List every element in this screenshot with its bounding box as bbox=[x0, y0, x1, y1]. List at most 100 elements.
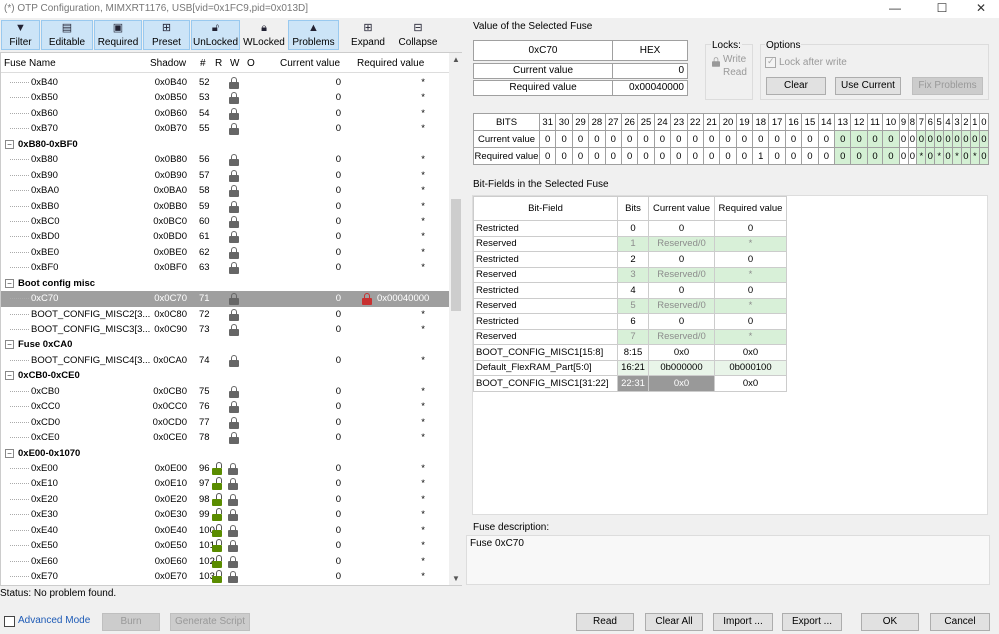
bit-required[interactable]: * bbox=[934, 147, 945, 165]
bit-required[interactable]: 0 bbox=[538, 147, 557, 165]
bitfield-required[interactable]: * bbox=[714, 297, 787, 314]
bitfield-row[interactable]: Reserved 5 Reserved/0 * bbox=[473, 297, 787, 314]
required-value-field[interactable]: 0x00040000 bbox=[612, 80, 688, 96]
fuse-row[interactable]: 0xE40 0x0E40 100 0 * bbox=[1, 523, 449, 538]
fuse-row[interactable]: 0xE10 0x0E10 97 0 * bbox=[1, 476, 449, 491]
fuse-required-value[interactable]: * bbox=[421, 201, 425, 212]
bit-required[interactable]: 0 bbox=[834, 147, 852, 165]
fuse-required-value[interactable]: * bbox=[421, 324, 425, 335]
fuse-required-value[interactable]: * bbox=[421, 463, 425, 474]
fuse-required-value[interactable]: * bbox=[421, 571, 425, 582]
collapse-toggle-icon[interactable]: − bbox=[5, 371, 14, 381]
fuse-required-value[interactable]: * bbox=[421, 525, 425, 536]
fuse-required-value[interactable]: * bbox=[421, 432, 425, 443]
bitfield-row[interactable]: BOOT_CONFIG_MISC1[31:22] 22:31 0x0 0x0 bbox=[473, 375, 787, 392]
bit-required[interactable]: 0 bbox=[882, 147, 900, 165]
collapse-button[interactable]: ⊟ Collapse bbox=[392, 20, 444, 50]
close-button[interactable]: ✕ bbox=[966, 0, 996, 18]
fuse-row[interactable]: 0xCE0 0x0CE0 78 0 * bbox=[1, 430, 449, 445]
unlocked-button[interactable]: 🔓︎ UnLocked bbox=[191, 20, 240, 50]
bit-required[interactable]: 0 bbox=[637, 147, 655, 165]
bit-required[interactable]: * bbox=[969, 147, 980, 165]
collapse-toggle-icon[interactable]: − bbox=[5, 278, 14, 288]
fuse-required-value[interactable]: * bbox=[421, 231, 425, 242]
preset-button[interactable]: ⊞ Preset bbox=[143, 20, 190, 50]
fuse-row[interactable]: 0xB60 0x0B60 54 0 * bbox=[1, 106, 449, 121]
fuse-row[interactable]: 0xE00 0x0E00 96 0 * bbox=[1, 461, 449, 476]
bitfield-row[interactable]: Reserved 1 Reserved/0 * bbox=[473, 235, 787, 252]
fuse-required-value[interactable]: * bbox=[421, 494, 425, 505]
bitfield-required[interactable]: * bbox=[714, 328, 787, 345]
required-button[interactable]: ▣ Required bbox=[94, 20, 142, 50]
bit-required[interactable]: 0 bbox=[978, 147, 990, 165]
cancel-button[interactable]: Cancel bbox=[930, 613, 990, 631]
fuse-required-value[interactable]: * bbox=[421, 154, 425, 165]
scroll-up-icon[interactable]: ▲ bbox=[452, 55, 460, 64]
bit-required[interactable]: 0 bbox=[768, 147, 786, 165]
vertical-scrollbar[interactable] bbox=[449, 53, 462, 585]
bit-required[interactable]: 0 bbox=[686, 147, 704, 165]
use-current-button[interactable]: Use Current bbox=[835, 77, 901, 95]
fuse-row[interactable]: 0xB50 0x0B50 53 0 * bbox=[1, 90, 449, 105]
fuse-row[interactable]: BOOT_CONFIG_MISC3[3... 0x0C90 73 0 * bbox=[1, 322, 449, 337]
bit-required[interactable]: 0 bbox=[960, 147, 971, 165]
clear-button[interactable]: Clear bbox=[766, 77, 826, 95]
fuse-required-value[interactable]: * bbox=[421, 216, 425, 227]
expand-button[interactable]: ⊞ Expand bbox=[346, 20, 390, 50]
tree-group-row[interactable]: −0xE00-0x1070 bbox=[1, 446, 449, 461]
bit-required[interactable]: 0 bbox=[817, 147, 836, 165]
bitfield-required[interactable]: 0x0 bbox=[714, 344, 787, 361]
read-button[interactable]: Read bbox=[576, 613, 634, 631]
bitfield-required[interactable]: * bbox=[714, 235, 787, 252]
minimize-button[interactable]: — bbox=[880, 0, 910, 18]
tree-group-row[interactable]: −0xB80-0xBF0 bbox=[1, 137, 449, 152]
bitfield-required[interactable]: 0x0 bbox=[714, 375, 787, 392]
collapse-toggle-icon[interactable]: − bbox=[5, 139, 14, 149]
fuse-required-value[interactable]: * bbox=[421, 401, 425, 412]
bitfield-required[interactable]: 0 bbox=[714, 313, 787, 330]
fuse-row[interactable]: 0xBD0 0x0BD0 61 0 * bbox=[1, 229, 449, 244]
fuse-row[interactable]: 0xB70 0x0B70 55 0 * bbox=[1, 121, 449, 136]
advanced-mode-checkbox[interactable] bbox=[4, 616, 15, 627]
col-o[interactable]: O bbox=[247, 58, 255, 69]
bit-required[interactable]: 0 bbox=[670, 147, 688, 165]
fuse-table[interactable]: Fuse Name Shadow # R W O Current value R… bbox=[0, 52, 462, 586]
bit-required[interactable]: 0 bbox=[907, 147, 918, 165]
bit-required[interactable]: 0 bbox=[604, 147, 622, 165]
ok-button[interactable]: OK bbox=[861, 613, 919, 631]
wlocked-button[interactable]: 🔒︎ WLocked bbox=[241, 20, 287, 50]
scrollbar-thumb[interactable] bbox=[451, 199, 461, 311]
fuse-required-value[interactable]: * bbox=[421, 77, 425, 88]
bit-required[interactable]: 0 bbox=[719, 147, 737, 165]
export-button[interactable]: Export ... bbox=[782, 613, 842, 631]
fuse-required-value[interactable]: * bbox=[421, 309, 425, 320]
fuse-row[interactable]: 0xCD0 0x0CD0 77 0 * bbox=[1, 415, 449, 430]
bit-required[interactable]: 0 bbox=[735, 147, 754, 165]
col-num[interactable]: # bbox=[200, 58, 206, 69]
bitfield-required[interactable]: 0 bbox=[714, 220, 787, 237]
bitfield-row[interactable]: Restricted 6 0 0 bbox=[473, 313, 787, 330]
bit-required[interactable]: 0 bbox=[571, 147, 590, 165]
fuse-required-value[interactable]: * bbox=[421, 556, 425, 567]
fuse-required-value[interactable]: * bbox=[421, 92, 425, 103]
fuse-row[interactable]: BOOT_CONFIG_MISC2[3... 0x0C80 72 0 * bbox=[1, 307, 449, 322]
col-r[interactable]: R bbox=[215, 58, 222, 69]
fuse-row[interactable]: 0xBB0 0x0BB0 59 0 * bbox=[1, 199, 449, 214]
fuse-required-value[interactable]: * bbox=[421, 108, 425, 119]
fuse-row[interactable]: 0xE30 0x0E30 99 0 * bbox=[1, 507, 449, 522]
bit-required[interactable]: 0 bbox=[943, 147, 954, 165]
bitfield-required[interactable]: * bbox=[714, 266, 787, 283]
col-current-value[interactable]: Current value bbox=[280, 58, 340, 69]
bit-required[interactable]: * bbox=[916, 147, 927, 165]
bitfield-row[interactable]: Restricted 4 0 0 bbox=[473, 282, 787, 299]
fuse-required-value[interactable]: * bbox=[421, 123, 425, 134]
fuse-required-value[interactable]: * bbox=[421, 170, 425, 181]
fuse-row[interactable]: 0xE60 0x0E60 102 0 * bbox=[1, 554, 449, 569]
bitfield-row[interactable]: Restricted 2 0 0 bbox=[473, 251, 787, 268]
bitfield-row[interactable]: Reserved 7 Reserved/0 * bbox=[473, 328, 787, 345]
advanced-mode-label[interactable]: Advanced Mode bbox=[18, 615, 90, 626]
fuse-row[interactable]: 0xB90 0x0B90 57 0 * bbox=[1, 168, 449, 183]
tree-group-row[interactable]: − Fuse 0xCA0 bbox=[1, 337, 449, 352]
collapse-toggle-icon[interactable]: − bbox=[5, 448, 14, 458]
col-fuse-name[interactable]: Fuse Name bbox=[4, 58, 56, 69]
